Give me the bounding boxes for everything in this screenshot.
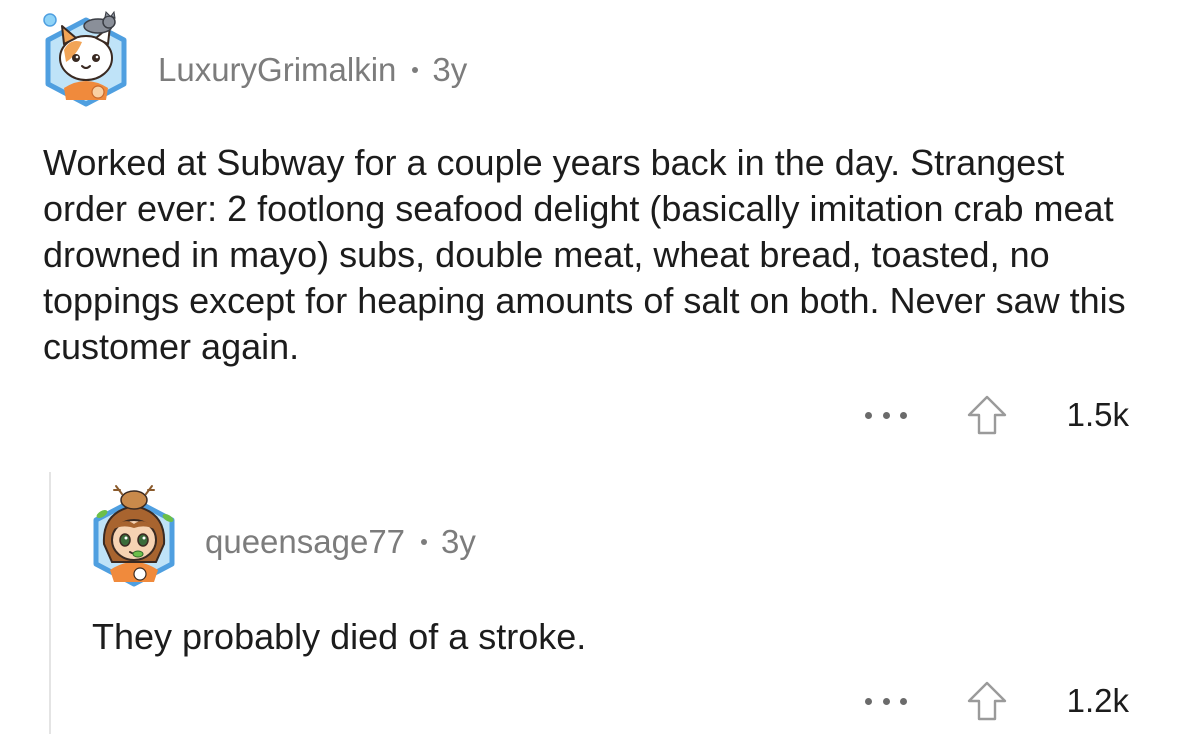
comment-actions: 1.5k [863, 395, 1129, 435]
upvote-arrow-icon[interactable] [965, 393, 1009, 437]
cat-avatar-icon [43, 10, 127, 107]
more-horizontal-icon [865, 411, 872, 419]
separator-dot [412, 67, 419, 73]
vote-count: 1.5k [1066, 396, 1129, 433]
more-options-button[interactable] [863, 681, 909, 721]
reply-username[interactable]: queensage77 [205, 523, 405, 561]
more-horizontal-icon [882, 411, 890, 419]
more-horizontal-icon [882, 697, 890, 705]
more-horizontal-icon [865, 697, 872, 705]
comment: LuxuryGrimalkin 3y Worked at Subway for … [0, 0, 1179, 470]
reply-meta: queensage77 3y [205, 520, 476, 564]
separator-dot [421, 539, 428, 545]
more-horizontal-icon [900, 697, 907, 705]
more-options-button[interactable] [863, 395, 909, 435]
upvote-arrow-icon[interactable] [965, 679, 1009, 723]
reply-user-avatar[interactable] [84, 478, 184, 588]
reply-body: They probably died of a stroke. [92, 616, 587, 657]
thread-line[interactable] [49, 472, 51, 734]
comment-meta: LuxuryGrimalkin 3y [158, 48, 467, 92]
vote-count: 1.2k [1066, 682, 1129, 719]
more-horizontal-icon [900, 411, 907, 419]
user-avatar[interactable] [36, 8, 136, 108]
reply-actions: 1.2k [863, 681, 1129, 721]
comment-body: Worked at Subway for a couple years back… [43, 142, 1126, 367]
deer-avatar-icon [93, 485, 175, 587]
username[interactable]: LuxuryGrimalkin [158, 51, 396, 89]
reply-age: 3y [441, 523, 476, 560]
comment-age: 3y [432, 51, 468, 88]
